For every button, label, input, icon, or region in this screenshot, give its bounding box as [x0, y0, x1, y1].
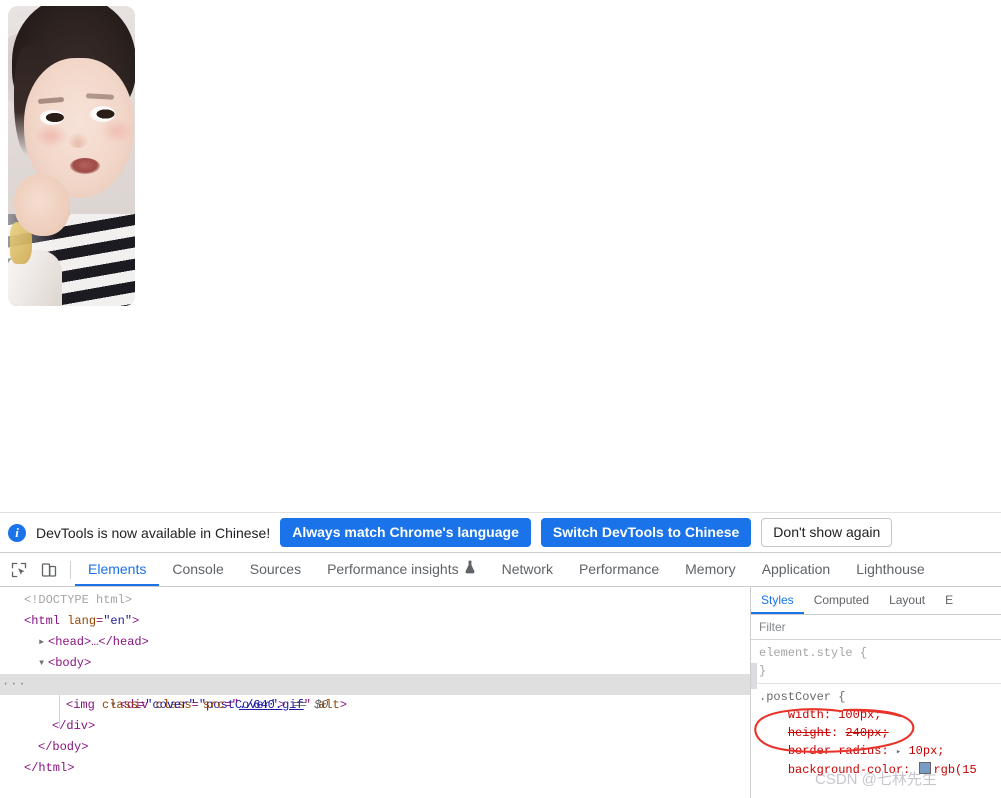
body-tag-name: body [55, 656, 85, 670]
tab-sources-label: Sources [249, 560, 302, 577]
tab-elements-label: Elements [88, 560, 147, 577]
img-class-attr-value: "cover" [145, 698, 196, 712]
html-attr-name: lang [67, 614, 97, 628]
node-menu-icon[interactable]: ··· [2, 674, 27, 695]
tab-application[interactable]: Application [749, 553, 844, 586]
tab-layout-label: Layout [889, 592, 926, 607]
photo-eye-left [40, 110, 64, 125]
notification-message: DevTools is now available in Chinese! [36, 524, 271, 541]
tab-lighthouse[interactable]: Lighthouse [843, 553, 938, 586]
postcover-selector: .postCover { [759, 690, 846, 704]
always-match-chrome-language-button[interactable]: Always match Chrome's language [280, 518, 531, 547]
toolbar-divider [70, 560, 71, 579]
decl-border-radius-property[interactable]: border-radius [788, 744, 882, 758]
decl-background-color-value[interactable]: rgb(15 [933, 763, 976, 777]
tab-styles-label: Styles [761, 592, 794, 607]
tab-application-label: Application [761, 560, 831, 577]
device-toolbar-icon[interactable] [38, 559, 60, 581]
tab-network[interactable]: Network [489, 553, 566, 586]
img-src-link[interactable]: ./640.gif [239, 698, 304, 712]
dom-line-body-open[interactable]: ▾ <body> [0, 653, 750, 674]
dom-line-html-open[interactable]: <html lang="en"> [0, 611, 750, 632]
tab-lighthouse-label: Lighthouse [856, 560, 925, 577]
div-close-text: </div> [52, 719, 96, 733]
tab-event-listeners-label: E [945, 592, 954, 607]
decl-height-value[interactable]: 240px; [845, 726, 888, 740]
head-collapsed-text: <head>…</head> [48, 635, 149, 649]
inspect-element-icon[interactable] [8, 559, 30, 581]
body-close-text: </body> [38, 740, 89, 754]
tab-computed[interactable]: Computed [804, 587, 879, 614]
decl-width-value[interactable]: 100px; [838, 708, 881, 722]
dom-line-body-close[interactable]: </body> [0, 737, 750, 758]
tab-styles[interactable]: Styles [751, 587, 804, 614]
tab-console[interactable]: Console [159, 553, 236, 586]
html-close-text: </html> [24, 761, 75, 775]
tab-performance-insights[interactable]: Performance insights [314, 553, 489, 586]
tab-sources[interactable]: Sources [237, 553, 314, 586]
tab-performance-label: Performance [578, 560, 660, 577]
info-icon: i [8, 523, 26, 542]
decl-height-property[interactable]: height [788, 726, 831, 740]
html-attr-value: "en" [103, 614, 133, 628]
devtools-screenshot: i DevTools is now available in Chinese! … [0, 0, 1001, 798]
devtools-body: <!DOCTYPE html> <html lang="en"> ▸ <head>… [0, 587, 1001, 798]
dom-line-head[interactable]: ▸ <head>…</head> [0, 632, 750, 653]
devtools-toolbar-icons [0, 553, 66, 586]
chevron-right-icon[interactable]: ▸ [896, 747, 901, 757]
photo-eye-right [90, 106, 115, 122]
tab-memory[interactable]: Memory [672, 553, 749, 586]
post-cover-element[interactable] [8, 6, 135, 306]
cover-image[interactable] [8, 6, 135, 306]
decl-border-radius-value[interactable]: 10px; [908, 744, 944, 758]
img-tag-name: img [73, 698, 95, 712]
styles-tabbar: Styles Computed Layout E [751, 587, 1001, 615]
photo-nose [68, 132, 88, 148]
tab-performance-insights-label: Performance insights [327, 560, 459, 577]
photo-cheek-right [100, 118, 134, 144]
doctype-text: <!DOCTYPE html> [24, 593, 133, 607]
tab-memory-label: Memory [685, 560, 736, 577]
page-viewport [0, 0, 1001, 512]
dom-line-div-postcover[interactable]: ··· ▾ <div class="postCover"> == $0 [0, 674, 750, 712]
photo-hand [14, 174, 70, 236]
collapse-arrow-icon[interactable]: ▾ [38, 653, 48, 674]
expand-arrow-icon[interactable]: ▸ [38, 632, 48, 653]
tab-performance[interactable]: Performance [566, 553, 672, 586]
dom-line-img[interactable]: <img class="cover" src="./640.gif" alt> [0, 695, 750, 716]
element-style-selector: element.style { [759, 646, 868, 660]
element-style-close-brace: } [759, 664, 767, 678]
styles-pane: Styles Computed Layout E element.style {… [751, 587, 1001, 798]
styles-scrollbar[interactable] [751, 663, 757, 689]
tab-computed-label: Computed [813, 592, 870, 607]
tab-event-listeners[interactable]: E [935, 587, 963, 614]
css-rule-postcover[interactable]: .postCover { width: 100px; height: 240px… [751, 684, 1001, 779]
devtools-main-tabbar: Elements Console Sources Performance ins… [0, 553, 1001, 587]
tab-console-label: Console [172, 560, 224, 577]
dont-show-again-button[interactable]: Don't show again [761, 518, 893, 547]
dom-line-doctype[interactable]: <!DOCTYPE html> [0, 590, 750, 611]
html-tag-name: html [31, 614, 61, 628]
dom-tree-pane[interactable]: <!DOCTYPE html> <html lang="en"> ▸ <head>… [0, 587, 750, 798]
img-src-attr-name: src [202, 698, 225, 712]
styles-filter-input[interactable] [757, 619, 995, 635]
switch-devtools-to-chinese-button[interactable]: Switch DevTools to Chinese [540, 518, 752, 547]
tab-elements[interactable]: Elements [75, 553, 160, 586]
img-class-attr-name: class [102, 698, 139, 712]
tab-layout[interactable]: Layout [879, 587, 935, 614]
styles-filter-row [751, 615, 1001, 640]
language-notification-bar: i DevTools is now available in Chinese! … [0, 512, 1001, 553]
decl-width-property[interactable]: width [788, 708, 824, 722]
devtools-tabs: Elements Console Sources Performance ins… [75, 553, 938, 586]
css-rule-element-style[interactable]: element.style { } [751, 640, 1001, 680]
photo-mouth [70, 158, 100, 174]
dom-line-html-close[interactable]: </html> [0, 758, 750, 779]
tab-network-label: Network [501, 560, 553, 577]
dom-line-div-close[interactable]: </div> [0, 716, 750, 737]
img-alt-attr-name: alt [318, 698, 340, 712]
decl-background-color-property[interactable]: background-color [788, 763, 903, 777]
color-swatch-icon[interactable] [919, 762, 932, 774]
photo-cheek-left [34, 124, 68, 148]
experiment-flask-icon [464, 560, 476, 577]
